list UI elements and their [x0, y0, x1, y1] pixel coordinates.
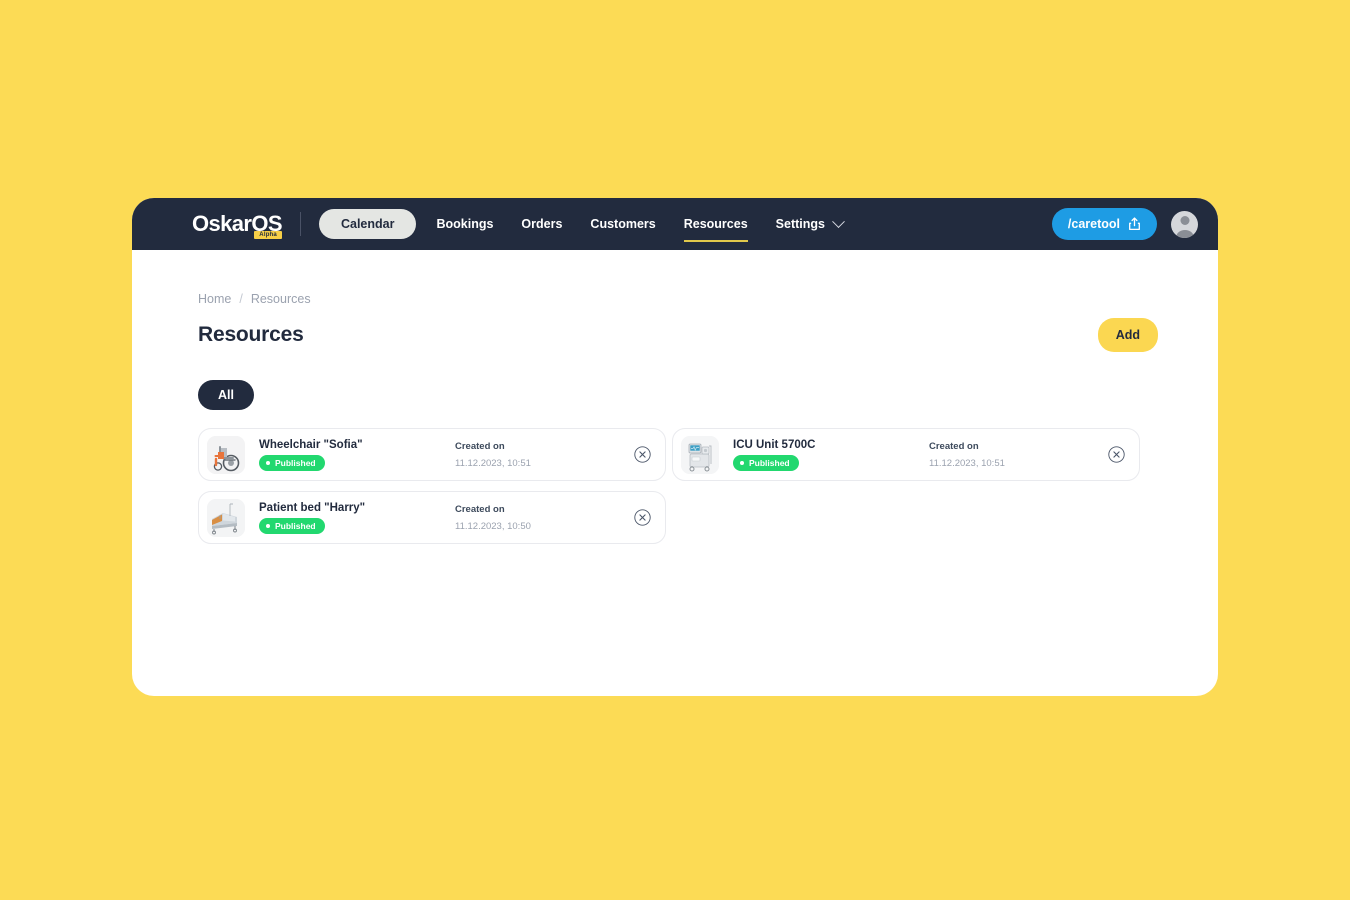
wheelchair-thumbnail — [207, 435, 245, 474]
nav-item-orders[interactable]: Orders — [507, 210, 576, 238]
status-badge: Published — [259, 454, 325, 471]
status-label: Published — [275, 457, 316, 468]
brand-alpha-badge: Alpha — [254, 230, 282, 239]
page-content: Home / Resources Resources Add All Wheel… — [132, 250, 1218, 696]
filter-bar: All — [198, 380, 1158, 410]
nav-item-settings-label: Settings — [775, 217, 825, 231]
nav-item-resources[interactable]: Resources — [670, 210, 762, 242]
avatar[interactable] — [1171, 210, 1198, 238]
remove-resource-button[interactable] — [634, 446, 651, 463]
created-on-value: 11.12.2023, 10:51 — [929, 457, 1005, 469]
top-navigation-bar: OskarOS Alpha Calendar Bookings Orders C… — [132, 198, 1218, 250]
wheelchair-thumbnail-image — [207, 435, 245, 474]
nav-item-calendar[interactable]: Calendar — [318, 209, 417, 239]
resource-card-main: ICU Unit 5700C Published — [733, 439, 929, 471]
breadcrumb-separator: / — [239, 292, 243, 306]
created-on-label: Created on — [929, 440, 979, 452]
created-on-label: Created on — [455, 503, 505, 515]
resources-grid: Wheelchair "Sofia" Published Created on … — [198, 428, 1158, 544]
resource-name: ICU Unit 5700C — [733, 438, 816, 451]
remove-resource-button[interactable] — [1108, 446, 1125, 463]
created-on-value: 11.12.2023, 10:50 — [455, 520, 531, 532]
nav-item-bookings[interactable]: Bookings — [422, 210, 507, 238]
resource-card[interactable]: Patient bed "Harry" Published Created on… — [198, 491, 666, 544]
icu-unit-thumbnail-image — [681, 435, 719, 474]
share-icon — [1129, 217, 1140, 231]
breadcrumb: Home / Resources — [198, 292, 1158, 306]
nav-item-settings[interactable]: Settings — [762, 210, 857, 238]
remove-circle-icon — [1108, 446, 1125, 463]
brand-logo[interactable]: OskarOS Alpha — [192, 211, 283, 239]
status-dot-icon — [266, 460, 270, 465]
nav-item-customers[interactable]: Customers — [576, 210, 669, 238]
patient-bed-thumbnail-image — [207, 498, 245, 537]
status-badge: Published — [733, 454, 799, 471]
resource-card-meta: Created on 11.12.2023, 10:50 — [455, 504, 634, 532]
app-window: OskarOS Alpha Calendar Bookings Orders C… — [132, 198, 1218, 696]
icu-unit-thumbnail — [681, 435, 719, 474]
patient-bed-thumbnail — [207, 498, 245, 537]
resource-card-main: Patient bed "Harry" Published — [259, 502, 455, 534]
remove-circle-icon — [634, 509, 651, 526]
created-on-value: 11.12.2023, 10:51 — [455, 457, 531, 469]
chevron-down-icon — [832, 214, 845, 228]
resource-card[interactable]: ICU Unit 5700C Published Created on 11.1… — [672, 428, 1140, 481]
created-on-label: Created on — [455, 440, 505, 452]
navbar-links: Calendar Bookings Orders Customers Resou… — [318, 209, 857, 242]
remove-circle-icon — [634, 446, 651, 463]
navbar-divider — [299, 212, 301, 236]
add-button[interactable]: Add — [1097, 318, 1158, 352]
status-label: Published — [749, 457, 790, 468]
filter-chip-all[interactable]: All — [198, 380, 254, 410]
resource-card[interactable]: Wheelchair "Sofia" Published Created on … — [198, 428, 666, 481]
status-badge: Published — [259, 517, 325, 534]
status-dot-icon — [740, 460, 744, 465]
remove-resource-button[interactable] — [634, 509, 651, 526]
resource-name: Wheelchair "Sofia" — [259, 438, 363, 451]
status-dot-icon — [266, 523, 270, 528]
breadcrumb-home[interactable]: Home — [198, 292, 231, 306]
navbar-right-actions: /caretool — [1051, 208, 1198, 240]
breadcrumb-current[interactable]: Resources — [251, 292, 311, 306]
status-label: Published — [275, 520, 316, 531]
resource-card-meta: Created on 11.12.2023, 10:51 — [929, 441, 1108, 469]
workspace-label: /caretool — [1067, 217, 1120, 231]
resource-name: Patient bed "Harry" — [259, 501, 366, 514]
workspace-button[interactable]: /caretool — [1051, 208, 1157, 240]
resource-card-main: Wheelchair "Sofia" Published — [259, 439, 455, 471]
page-header: Resources Add — [198, 318, 1158, 352]
page-title: Resources — [198, 323, 304, 346]
resource-card-meta: Created on 11.12.2023, 10:51 — [455, 441, 634, 469]
